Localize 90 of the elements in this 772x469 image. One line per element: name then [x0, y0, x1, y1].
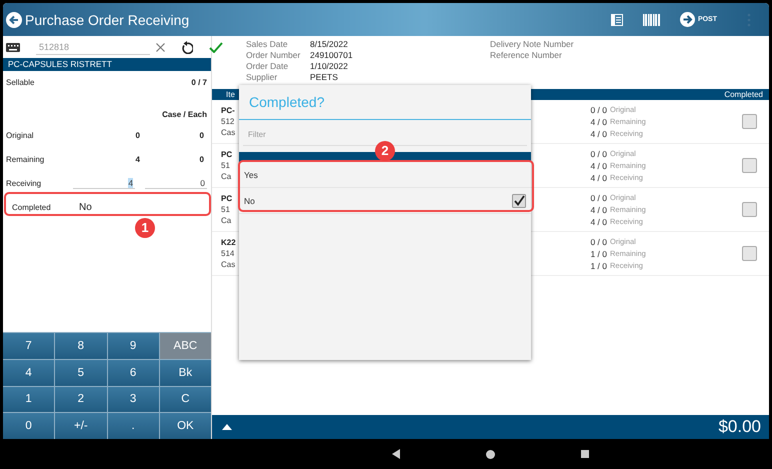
- item-unit: Ca: [221, 171, 232, 182]
- keypad-key[interactable]: +/-: [55, 413, 106, 439]
- quantity-value: 4 / 0: [589, 204, 607, 214]
- field-label: Order Number: [246, 50, 302, 61]
- field-label: Supplier: [246, 72, 278, 83]
- field-label: Sales Date: [246, 39, 289, 50]
- check-icon[interactable]: [209, 42, 223, 52]
- item-number: 514: [221, 248, 234, 259]
- completed-field[interactable]: No: [76, 198, 207, 216]
- quantity-value: 0 / 0: [589, 236, 607, 246]
- refresh-icon[interactable]: [181, 40, 193, 54]
- quantity-value: 4 / 0: [589, 216, 607, 226]
- keypad-key[interactable]: OK: [160, 413, 211, 439]
- field-label: Order Date: [246, 61, 290, 72]
- keypad-key[interactable]: 7: [3, 333, 54, 359]
- item-code: PC-: [221, 105, 235, 116]
- quantity-value: 0 / 0: [589, 192, 607, 202]
- field-label: Completed: [12, 202, 52, 212]
- each-value: 0: [198, 154, 204, 164]
- keypad-key[interactable]: 9: [108, 333, 159, 359]
- item-code: PC: [221, 149, 232, 160]
- keypad-key[interactable]: .: [108, 413, 159, 439]
- field-value: 1/10/2022: [310, 61, 349, 72]
- keypad-key[interactable]: 6: [108, 360, 159, 386]
- quantity-value: 4 / 0: [589, 172, 607, 182]
- keypad-key[interactable]: 0: [3, 413, 54, 439]
- item-code: PC: [221, 193, 232, 204]
- each-value: 0: [198, 130, 204, 140]
- field-label: Sellable: [6, 78, 36, 86]
- home-icon[interactable]: [486, 450, 494, 458]
- quantity-value: 0 / 0: [589, 148, 607, 158]
- field-label: Delivery Note Number: [490, 39, 574, 50]
- case-value: 4: [134, 154, 140, 164]
- quantity-value: 4 / 0: [589, 160, 607, 170]
- caret-up-icon[interactable]: [222, 424, 232, 430]
- checkbox[interactable]: [742, 246, 757, 261]
- panel-icon[interactable]: [610, 14, 623, 26]
- field-label: Original: [6, 130, 35, 140]
- item-code: K22: [221, 237, 236, 248]
- keypad-key[interactable]: 2: [55, 386, 106, 412]
- field-label: Reference Number: [490, 50, 563, 61]
- column-header: Ite: [226, 90, 235, 99]
- field-value: 0 / 7: [191, 78, 207, 86]
- keypad-key[interactable]: ABC: [160, 333, 211, 359]
- item-number: 51: [221, 204, 230, 215]
- keypad-key[interactable]: 4: [3, 360, 54, 386]
- keyboard-icon[interactable]: [6, 42, 20, 52]
- field-label: Remaining: [6, 154, 46, 164]
- quantity-value: 1 / 0: [589, 260, 607, 270]
- keypad-key[interactable]: 5: [55, 360, 106, 386]
- keypad-key[interactable]: 8: [55, 333, 106, 359]
- item-unit: Cas: [221, 127, 236, 138]
- checkbox[interactable]: [742, 114, 757, 129]
- close-icon[interactable]: [156, 42, 165, 52]
- item-unit: Cas: [221, 259, 236, 270]
- back-icon[interactable]: [392, 449, 400, 459]
- field-value: PEETS: [310, 72, 339, 83]
- field-value: 8/15/2022: [310, 39, 349, 50]
- checkbox[interactable]: [742, 202, 757, 217]
- option-item[interactable]: No: [239, 188, 531, 214]
- keypad-key[interactable]: 1: [3, 386, 54, 412]
- column-header: Completed: [724, 90, 763, 99]
- field-label: Receiving: [6, 178, 42, 188]
- quantity-value: 1 / 0: [589, 248, 607, 258]
- case-field[interactable]: 4: [73, 178, 136, 188]
- field-value: 249100701: [310, 50, 354, 61]
- keypad-key[interactable]: 3: [108, 386, 159, 412]
- checkbox[interactable]: [742, 158, 757, 173]
- dialog-title: Completed?: [239, 85, 531, 120]
- back-icon[interactable]: [6, 12, 22, 28]
- item-unit: Ca: [221, 215, 232, 226]
- quantity-value: 4 / 0: [589, 116, 607, 126]
- column-header: Case / Each: [162, 110, 207, 119]
- option-item[interactable]: Yes: [239, 162, 531, 188]
- item-number: 51: [221, 160, 230, 171]
- case-value: 0: [134, 130, 140, 140]
- each-field[interactable]: 0: [145, 178, 207, 188]
- keypad-key[interactable]: Bk: [160, 360, 211, 386]
- total-amount: $0.00: [718, 417, 761, 437]
- callout-number: 1: [135, 218, 155, 238]
- keypad-key[interactable]: C: [160, 386, 211, 412]
- arrow-icon: [680, 12, 695, 27]
- checked-checkbox-icon[interactable]: [512, 194, 526, 208]
- quantity-value: 4 / 0: [589, 128, 607, 138]
- barcode-icon[interactable]: [642, 14, 660, 26]
- item-number: 512: [221, 116, 234, 127]
- window-title: Purchase Order Receiving: [25, 12, 190, 28]
- recents-icon[interactable]: [580, 450, 588, 458]
- product-title: PC-CAPSULES RISTRETT: [3, 58, 211, 71]
- quantity-value: 0 / 0: [589, 104, 607, 114]
